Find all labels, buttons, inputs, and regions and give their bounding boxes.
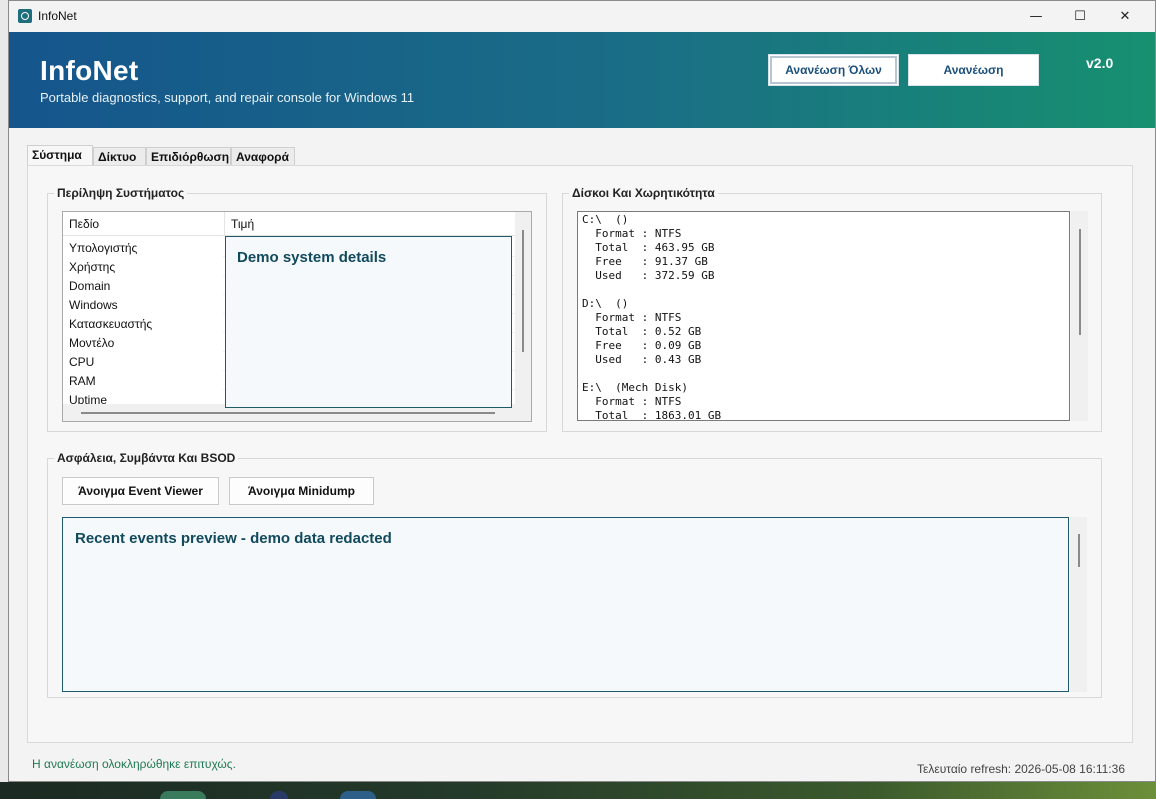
field-cell: Χρήστης (69, 260, 116, 274)
system-summary-group: Περίληψη Συστήματος Πεδίο Τιμή Υπολογιστ… (47, 186, 547, 432)
desktop-background-left (0, 0, 8, 799)
tab-content-system: Περίληψη Συστήματος Πεδίο Τιμή Υπολογιστ… (27, 165, 1133, 743)
open-minidump-button[interactable]: Άνοιγμα Minidump (229, 477, 374, 505)
disks-text-content: C:\ () Format : NTFS Total : 463.95 GB F… (582, 213, 722, 421)
status-message: Η ανανέωση ολοκληρώθηκε επιτυχώς. (32, 757, 236, 771)
disks-text[interactable]: C:\ () Format : NTFS Total : 463.95 GB F… (577, 211, 1070, 421)
maximize-button[interactable]: ☐ (1057, 1, 1103, 32)
title-bar: InfoNet — ☐ ✕ (9, 1, 1155, 32)
field-cell: Υπολογιστής (69, 241, 138, 255)
tab-report[interactable]: Αναφορά (231, 147, 295, 166)
table-row[interactable]: Κατασκευαστής (63, 314, 523, 333)
table-row[interactable]: CPU (63, 352, 523, 371)
table-vertical-scrollbar[interactable] (515, 212, 531, 404)
system-summary-table[interactable]: Πεδίο Τιμή Υπολογιστής Χρήστης Domain Wi… (62, 211, 532, 422)
app-subtitle: Portable diagnostics, support, and repai… (40, 90, 415, 105)
events-vertical-scrollbar[interactable] (1070, 517, 1087, 692)
disks-vertical-scrollbar[interactable] (1071, 211, 1088, 421)
system-details-placeholder-text: Demo system details (237, 249, 387, 266)
table-row[interactable]: Υπολογιστής (63, 238, 523, 257)
security-title: Ασφάλεια, Συμβάντα Και BSOD (54, 451, 239, 465)
header-banner: InfoNet Portable diagnostics, support, a… (9, 32, 1155, 128)
table-row[interactable]: Μοντέλο (63, 333, 523, 352)
desktop-taskbar-strip (0, 782, 1156, 799)
events-preview-box[interactable]: Recent events preview - demo data redact… (62, 517, 1069, 692)
table-row[interactable]: Χρήστης (63, 257, 523, 276)
column-header-field[interactable]: Πεδίο (63, 212, 225, 236)
tab-network[interactable]: Δίκτυο (93, 147, 146, 166)
field-cell: Κατασκευαστής (69, 317, 153, 331)
table-row[interactable]: RAM (63, 371, 523, 390)
last-refresh-label: Τελευταίο refresh: 2026-05-08 16:11:36 (916, 762, 1125, 776)
table-row[interactable]: Windows (63, 295, 523, 314)
disks-title: Δίσκοι Και Χωρητικότητα (569, 186, 718, 200)
field-cell: Windows (69, 298, 118, 312)
minimize-button[interactable]: — (1013, 1, 1059, 32)
field-cell: CPU (69, 355, 95, 369)
events-preview-text: Recent events preview - demo data redact… (75, 530, 392, 547)
open-event-viewer-button[interactable]: Άνοιγμα Event Viewer (62, 477, 219, 505)
field-cell: Μοντέλο (69, 336, 115, 350)
field-cell: Domain (69, 279, 111, 293)
column-header-value[interactable]: Τιμή (225, 212, 515, 236)
table-header: Πεδίο Τιμή (63, 212, 515, 236)
refresh-all-button[interactable]: Ανανέωση Όλων (768, 54, 899, 86)
app-window: InfoNet — ☐ ✕ InfoNet Portable diagnosti… (8, 0, 1156, 782)
window-title: InfoNet (38, 9, 77, 23)
close-button[interactable]: ✕ (1102, 1, 1148, 32)
system-details-placeholder: Demo system details (225, 236, 512, 408)
security-group: Ασφάλεια, Συμβάντα Και BSOD Άνοιγμα Even… (47, 451, 1102, 698)
app-name: InfoNet (40, 55, 139, 86)
field-cell: RAM (69, 374, 96, 388)
table-row[interactable]: Domain (63, 276, 523, 295)
tab-repair[interactable]: Επιδιόρθωση (146, 147, 231, 166)
refresh-button[interactable]: Ανανέωση (908, 54, 1039, 86)
tab-system[interactable]: Σύστημα (27, 145, 93, 167)
app-icon (18, 9, 32, 23)
disks-group: Δίσκοι Και Χωρητικότητα C:\ () Format : … (562, 186, 1102, 432)
system-summary-title: Περίληψη Συστήματος (54, 186, 188, 200)
version-label: v2.0 (1086, 55, 1114, 71)
